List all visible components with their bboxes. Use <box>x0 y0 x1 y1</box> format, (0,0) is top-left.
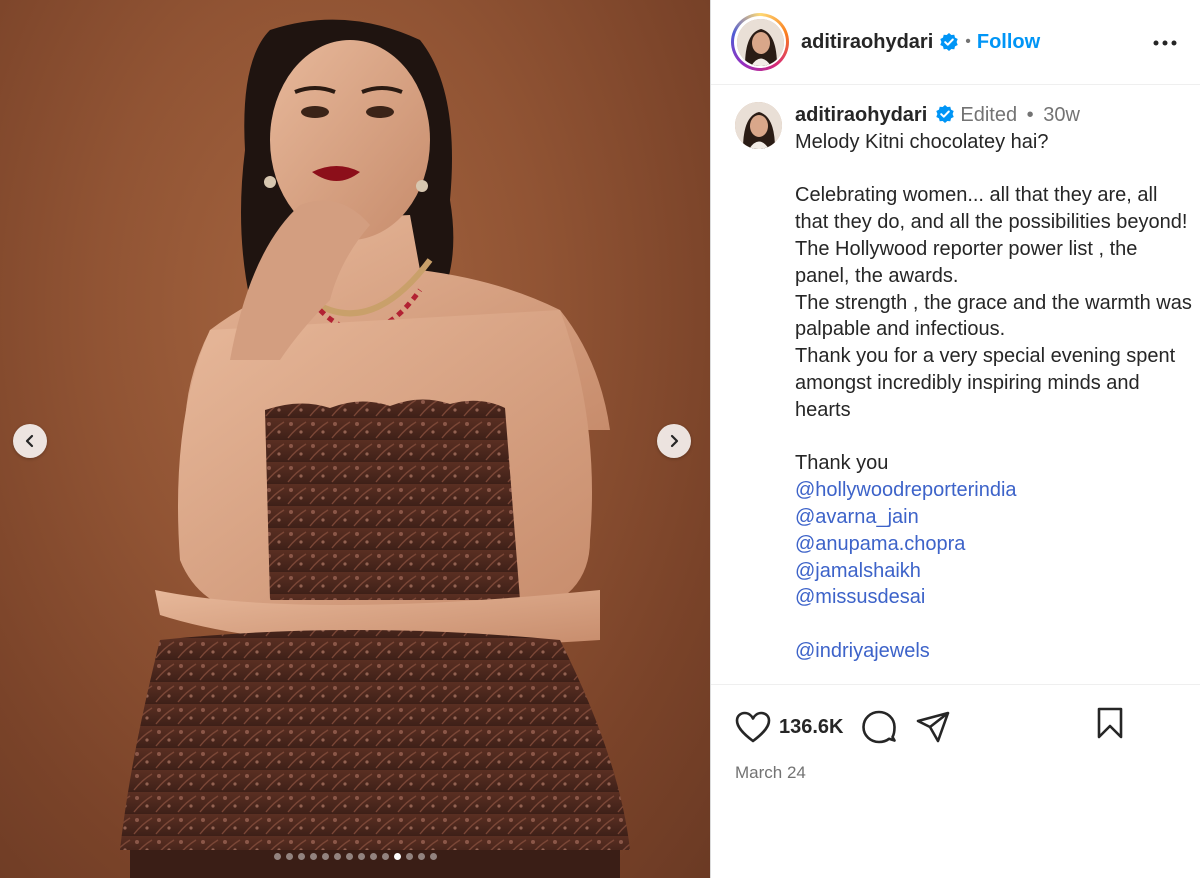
post-age[interactable]: 30w <box>1043 104 1080 126</box>
post-media[interactable] <box>0 0 710 878</box>
mention-link[interactable]: @anupama.chopra <box>795 531 1195 558</box>
separator-dot: • <box>965 33 971 50</box>
carousel-dot <box>405 853 413 860</box>
mention-link[interactable]: @hollywoodreporterindia <box>795 477 1195 504</box>
carousel-dot <box>273 853 281 860</box>
post-header: aditiraohydari • Follow <box>711 0 1200 85</box>
caption: aditiraohydari Edited • 30w Melody Kitni… <box>711 86 1200 665</box>
story-ring[interactable] <box>731 13 789 71</box>
save-button[interactable] <box>1096 707 1124 739</box>
caption-text: Melody Kitni chocolatey hai? Celebrating… <box>795 130 1192 475</box>
verified-badge-icon <box>936 104 954 123</box>
header-username[interactable]: aditiraohydari <box>801 31 933 54</box>
carousel-next-button[interactable] <box>657 424 691 458</box>
caption-avatar[interactable] <box>735 102 782 149</box>
likes-count[interactable]: 136.6K <box>779 716 844 739</box>
more-options-button[interactable] <box>1152 30 1178 61</box>
heart-icon <box>735 711 771 743</box>
comment-icon <box>861 710 896 744</box>
carousel-dot <box>345 853 353 860</box>
carousel-prev-button[interactable] <box>13 424 47 458</box>
carousel-dot <box>309 853 317 860</box>
comment-button[interactable] <box>861 710 896 744</box>
carousel-dot <box>297 853 305 860</box>
mention-link[interactable]: @missusdesai <box>795 584 1195 611</box>
verified-badge-icon <box>940 33 958 51</box>
avatar[interactable] <box>736 18 784 66</box>
edited-label: Edited <box>960 104 1018 126</box>
chevron-left-icon <box>25 434 34 448</box>
post-photo <box>120 19 630 878</box>
mention-link[interactable]: @indriyajewels <box>795 638 1195 665</box>
bookmark-icon <box>1097 707 1123 739</box>
mention-spacer <box>795 611 1195 638</box>
caption-scroll-area[interactable]: aditiraohydari Edited • 30w Melody Kitni… <box>711 86 1200 683</box>
carousel-dot <box>369 853 377 860</box>
carousel-dot <box>357 853 365 860</box>
post-side-panel: aditiraohydari • Follow aditiraohydari E… <box>710 0 1200 878</box>
chevron-right-icon <box>670 434 679 448</box>
separator-dot: • <box>1026 104 1034 126</box>
follow-button[interactable]: Follow <box>977 31 1040 54</box>
mention-link[interactable]: @jamalshaikh <box>795 558 1195 585</box>
carousel-dot <box>381 853 389 860</box>
mention-link[interactable]: @avarna_jain <box>795 504 1195 531</box>
caption-body: aditiraohydari Edited • 30w Melody Kitni… <box>795 102 1195 665</box>
carousel-dot <box>429 853 437 860</box>
carousel-dot <box>393 853 401 860</box>
action-bar: 136.6K <box>711 685 1200 747</box>
share-button[interactable] <box>916 711 950 743</box>
post-actions-area: 136.6K March 24 <box>711 684 1200 878</box>
more-horizontal-icon <box>1153 40 1177 46</box>
carousel-dot <box>417 853 425 860</box>
carousel-indicator <box>0 853 710 860</box>
carousel-dot <box>333 853 341 860</box>
caption-header: aditiraohydari Edited • 30w <box>795 102 1195 129</box>
carousel-dot <box>321 853 329 860</box>
send-icon <box>916 711 949 743</box>
mentions-list: @hollywoodreporterindia @avarna_jain @anup… <box>795 477 1195 665</box>
carousel-dot <box>285 853 293 860</box>
like-button[interactable] <box>735 711 771 743</box>
post-date[interactable]: March 24 <box>711 747 1200 783</box>
caption-username[interactable]: aditiraohydari <box>795 104 927 126</box>
